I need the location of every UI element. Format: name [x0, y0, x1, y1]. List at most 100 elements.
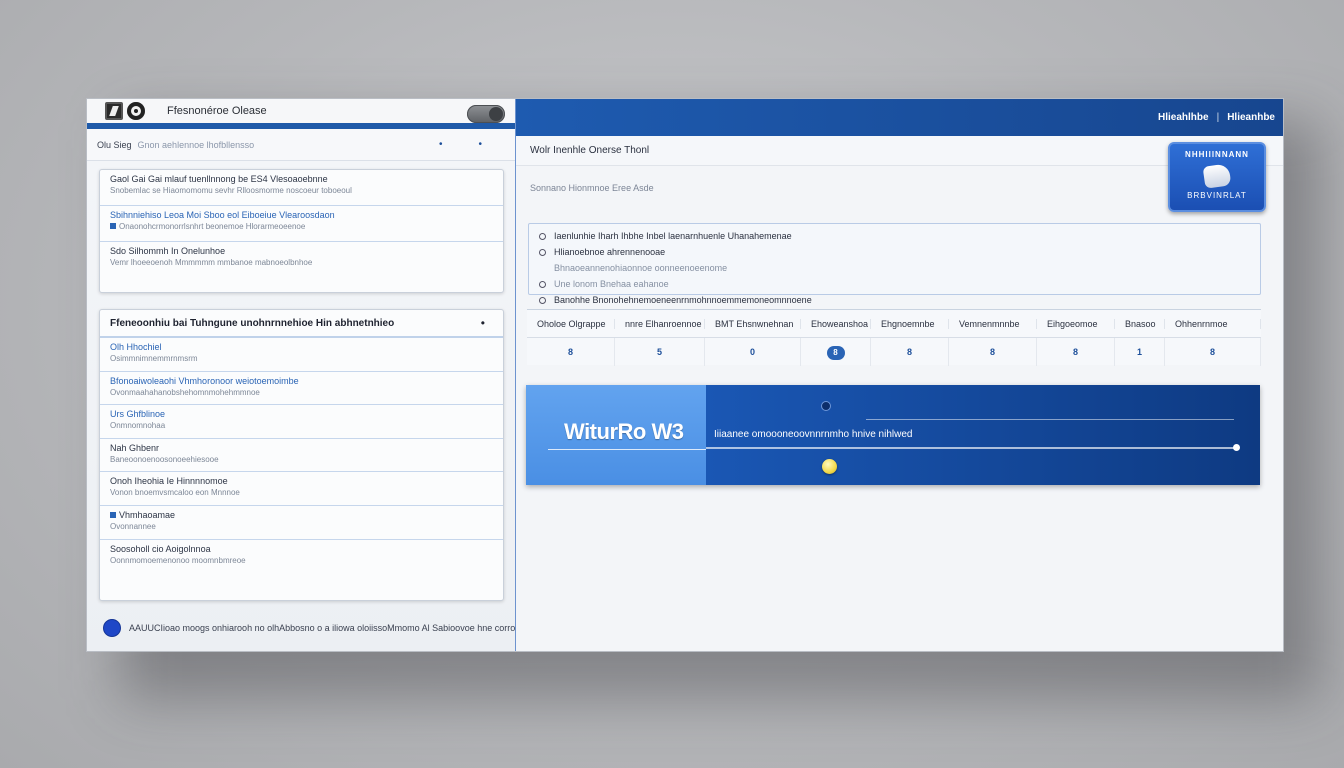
list-item[interactable]: Onoh Iheohia Ie Hinnnnomoe Vonon bnoemvs… — [100, 472, 503, 506]
right-pane: Hlieahlhbe | Hlieanhbe Wolr Inenhle Oner… — [516, 99, 1283, 651]
stats-value: 5 — [615, 338, 705, 366]
option-label: Bhnaoeannenohiaonnoe oonneenoeenome — [554, 263, 728, 273]
app-window: Ffesnonéroe Olease Olu Sieg Gnon aehlenn… — [86, 98, 1284, 652]
banner-title: WiturRo W3 — [564, 419, 684, 444]
status-bar: AAUUCIioao moogs onhiarooh no olhAbbosno… — [103, 619, 515, 637]
list-item[interactable]: Olh Hhochiel Osimmnimnemmrnmsrm — [100, 338, 503, 372]
option-radio[interactable]: Hlianoebnoe ahrennenooae — [539, 244, 1250, 260]
options-panel: Iaenlunhie Iharh Ihbhe Inbel laenarnhuen… — [528, 223, 1261, 305]
option-label: Iaenlunhie Iharh Ihbhe Inbel laenarnhuen… — [554, 231, 792, 241]
list-item[interactable]: Urs Ghfblinoe Onmnomnohaa — [100, 405, 503, 439]
banner-slider-area: Iiiaanee omoooneoovnnrnmho hnive nihlwed — [706, 385, 1260, 485]
option-label: Banohhe Bnonohehnemoeneenrnmohnnoemmemon… — [554, 295, 812, 305]
stats-value-pill: 8 — [826, 346, 845, 360]
list-item-subtitle: Ovonnannee — [110, 521, 156, 531]
option-label: Hlianoebnoe ahrennenooae — [554, 247, 666, 257]
header-link-left[interactable]: Hlieahlhbe — [1158, 112, 1209, 123]
stats-column-header[interactable]: Vemnenmnnbe — [949, 318, 1037, 329]
header-link-right[interactable]: Hlieanhbe — [1227, 112, 1275, 123]
details-card-title: Ffeneoonhiu bai Tuhngune unohnrnnehioe H… — [110, 317, 395, 329]
toolbar-hint: Gnon aehlennoe lhofbllensso — [137, 139, 255, 150]
stats-value: 8 — [871, 338, 949, 366]
stats-value-highlighted[interactable]: 8 — [801, 338, 871, 366]
stats-column-header[interactable]: Bnasoo — [1115, 318, 1165, 329]
stats-value: 0 — [705, 338, 801, 366]
stats-value: 1 — [1115, 338, 1165, 366]
stats-value: 8 — [949, 338, 1037, 366]
stats-table: Oholoe Olgrappe nnre Elhanroennoe BMT Eh… — [527, 309, 1261, 366]
left-pane: Ffesnonéroe Olease Olu Sieg Gnon aehlenn… — [87, 99, 516, 651]
list-item-title: Olh Hhochiel — [110, 342, 162, 352]
list-item-title: Soosoholl cio Aoigolnnoa — [110, 543, 211, 554]
list-item-subtitle: Snobemlac se Hiaomomomu sevhr Rlloosmorm… — [110, 186, 352, 195]
stats-column-header[interactable]: Ehgnoemnbe — [871, 318, 949, 329]
list-item[interactable]: Bfonoaiwoleaohi Vhmhoronoor weiotoemoimb… — [100, 372, 503, 406]
bullet-icon — [110, 223, 116, 229]
list-item[interactable]: Soosoholl cio Aoigolnnoa Oonnmomoemenono… — [100, 540, 503, 574]
status-indicator-icon[interactable] — [103, 619, 121, 637]
app-logo-icon — [105, 102, 123, 120]
shield-icon — [1202, 163, 1232, 189]
list-item-title: Sdo Silhommh In Onelunhoe — [110, 246, 226, 256]
list-item-title: Gaol Gai Gai mlauf tuenllnnong be ES4 Vl… — [110, 174, 328, 184]
more-icon[interactable]: • — [481, 316, 485, 330]
option-radio[interactable]: Iaenlunhie Iharh Ihbhe Inbel laenarnhuen… — [539, 228, 1250, 244]
list-item-subtitle: Baneoonoenoosonoeehiesooe — [110, 454, 219, 464]
record-icon[interactable] — [127, 102, 145, 120]
list-item-title: Bfonoaiwoleaohi Vhmhoronoor weiotoemoimb… — [110, 375, 299, 386]
header-separator: | — [1216, 112, 1220, 123]
app-title: Ffesnonéroe Olease — [167, 105, 267, 117]
option-label: Une lonom Bnehaa eahanoe — [554, 279, 669, 289]
option-item: Bhnaoeannenohiaonnoe oonneenoeenome — [539, 260, 1250, 276]
stats-header-row: Oholoe Olgrappe nnre Elhanroennoe BMT Eh… — [527, 310, 1261, 338]
list-item-title-text: Vhmhaoamae — [119, 509, 176, 520]
list-item-subtitle-text: Onaonohcrmonorrlsnhrt beonemoe Hlorarmeo… — [119, 222, 306, 231]
stats-column-header[interactable]: nnre Elhanroennoe — [615, 318, 705, 329]
right-header: Hlieahlhbe | Hlieanhbe — [516, 99, 1283, 136]
list-item[interactable]: Sbihnniehiso Leoa Moi Sboo eol Eiboeiue … — [100, 206, 503, 242]
list-item-subtitle: Osimmnimnemmrnmsrm — [110, 354, 198, 363]
toolbar-label[interactable]: Olu Sieg — [97, 140, 132, 150]
badge-bottom-text: BRBVINRLAT — [1187, 191, 1247, 200]
list-item[interactable]: Vhmhaoamae Ovonnannee — [100, 506, 503, 540]
list-item-subtitle: Vemr lhoeeoenoh Mmmmmm mmbanoe mabnoeolb… — [110, 258, 313, 267]
option-radio[interactable]: Banohhe Bnonohehnemoeneenrnmohnnoemmemon… — [539, 292, 1250, 308]
stats-column-header[interactable]: Ehoweanshoa — [801, 318, 871, 329]
radio-icon[interactable] — [539, 248, 546, 256]
banner-brand: WiturRo W3 — [526, 385, 706, 485]
stats-column-header[interactable]: BMT Ehsnwnehnan — [705, 318, 801, 329]
list-item-title: Vhmhaoamae — [110, 510, 493, 520]
list-item-subtitle: Oonnmomoemenonoo moomnbmreoe — [110, 555, 246, 565]
status-text: AAUUCIioao moogs onhiarooh no olhAbbosno… — [129, 623, 516, 633]
slider-top-track — [866, 419, 1234, 420]
radio-icon[interactable] — [539, 232, 546, 240]
list-item[interactable]: Sdo Silhommh In Onelunhoe Vemr lhoeeoeno… — [100, 242, 503, 278]
stats-column-header[interactable]: Eihgoeomoe — [1037, 318, 1115, 329]
slider-end-handle[interactable] — [1233, 444, 1240, 451]
promo-banner: WiturRo W3 Iiiaanee omoooneoovnnrnmho hn… — [526, 385, 1260, 485]
list-item-title: Nah Ghbenr — [110, 442, 160, 453]
stats-column-header[interactable]: Oholoe Olgrappe — [527, 318, 615, 329]
list-item-title: Sbihnniehiso Leoa Moi Sboo eol Eiboeiue … — [110, 210, 335, 220]
left-header: Ffesnonéroe Olease — [87, 99, 515, 129]
toolbar-dots-icon[interactable]: •• — [439, 139, 518, 150]
slider-track[interactable] — [706, 447, 1236, 449]
list-item-subtitle: Vonon bnoemvsmcaloo eon Mnnnoe — [110, 488, 240, 498]
details-card: Ffeneoonhiu bai Tuhngune unohnrnnehioe H… — [99, 309, 504, 601]
list-item[interactable]: Nah Ghbenr Baneoonoenoosonoeehiesooe — [100, 439, 503, 473]
radio-icon[interactable] — [539, 280, 546, 288]
product-badge[interactable]: NHHlllNNANN BRBVINRLAT — [1168, 142, 1266, 212]
option-radio[interactable]: Une lonom Bnehaa eahanoe — [539, 276, 1250, 292]
recent-card: Gaol Gai Gai mlauf tuenllnnong be ES4 Vl… — [99, 169, 504, 293]
stats-column-header[interactable]: Ohhenrnmoe — [1165, 318, 1261, 329]
stats-value: 8 — [527, 338, 615, 366]
left-toolbar: Olu Sieg Gnon aehlennoe lhofbllensso •• — [87, 129, 515, 161]
list-item-subtitle: Onaonohcrmonorrlsnhrt beonemoe Hlorarmeo… — [110, 222, 493, 231]
radio-icon[interactable] — [539, 296, 546, 304]
theme-toggle[interactable] — [467, 105, 505, 123]
list-item-title: Onoh Iheohia Ie Hinnnnomoe — [110, 476, 228, 487]
list-item-subtitle: Onmnomnohaa — [110, 421, 166, 431]
slider-top-handle[interactable] — [821, 401, 831, 411]
list-item[interactable]: Gaol Gai Gai mlauf tuenllnnong be ES4 Vl… — [100, 170, 503, 206]
slider-handle[interactable] — [822, 459, 837, 474]
